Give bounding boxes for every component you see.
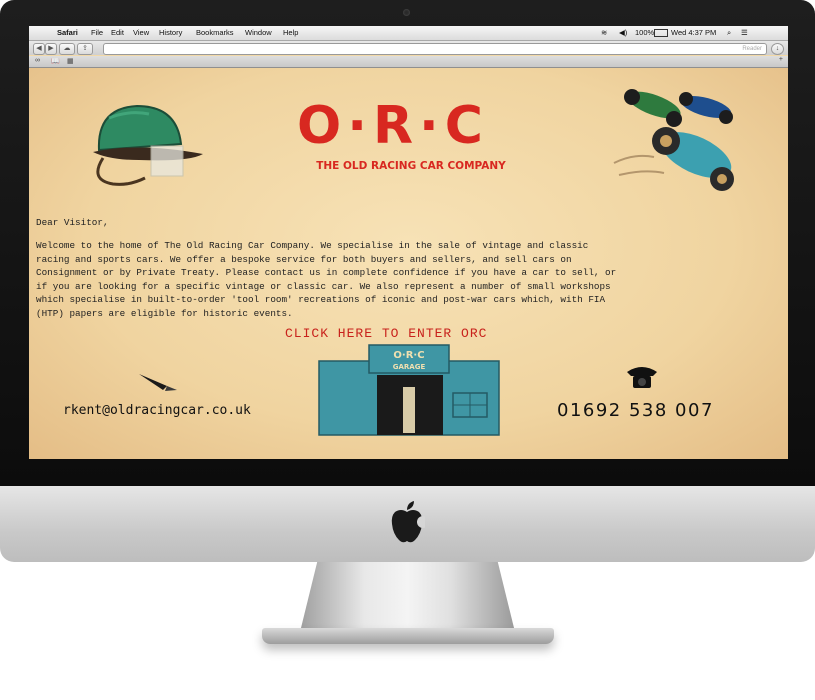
imac-stand bbox=[300, 562, 515, 632]
intro-line-4: if you are looking for a specific vintag… bbox=[36, 280, 611, 292]
garage-sign-bottom: GARAGE bbox=[393, 363, 426, 371]
share-button[interactable]: ⇪ bbox=[77, 43, 93, 55]
menu-edit[interactable]: Edit bbox=[111, 28, 124, 37]
enter-site-link[interactable]: CLICK HERE TO ENTER ORC bbox=[285, 326, 487, 341]
bookmarks-bar: ∞ 📖 ▦ + bbox=[29, 56, 788, 68]
intro-line-2: racing and sports cars. We offer a bespo… bbox=[36, 253, 572, 265]
icloud-tabs-button[interactable]: ☁ bbox=[59, 43, 75, 55]
greeting: Dear Visitor, bbox=[36, 217, 109, 228]
back-button[interactable]: ◀ bbox=[33, 43, 45, 55]
apple-logo-icon bbox=[391, 501, 425, 543]
web-page: O·R·C THE OLD RACING CAR COMPANY Dear Vi… bbox=[29, 68, 788, 459]
contact-email[interactable]: rkent@oldracingcar.co.uk bbox=[63, 403, 251, 418]
imac-base bbox=[262, 628, 554, 644]
battery-percent[interactable]: 100% bbox=[635, 28, 654, 37]
camera bbox=[403, 9, 410, 16]
wifi-icon[interactable]: ≋ bbox=[601, 28, 607, 37]
intro-line-6: (HTP) papers are eligible for historic e… bbox=[36, 307, 293, 319]
top-sites-icon[interactable]: ▦ bbox=[67, 57, 74, 65]
telephone-icon bbox=[627, 367, 657, 388]
contact-phone[interactable]: 01692 538 007 bbox=[557, 400, 714, 421]
menu-view[interactable]: View bbox=[133, 28, 149, 37]
downloads-icon[interactable]: ↓ bbox=[771, 43, 784, 55]
garage-building-illustration[interactable]: O·R·C GARAGE bbox=[317, 343, 502, 437]
volume-icon[interactable]: ◀) bbox=[619, 28, 627, 37]
menu-help[interactable]: Help bbox=[283, 28, 298, 37]
site-logo[interactable]: O·R·C bbox=[297, 96, 489, 156]
intro-line-1: Welcome to the home of The Old Racing Ca… bbox=[36, 240, 589, 251]
intro-line-3: Consignment or by Private Treaty. Please… bbox=[36, 267, 617, 278]
bookmarks-icon[interactable]: 📖 bbox=[51, 57, 60, 65]
screen: Safari File Edit View History Bookmarks … bbox=[29, 26, 788, 459]
menu-bookmarks[interactable]: Bookmarks bbox=[196, 28, 234, 37]
racing-helmet-illustration bbox=[93, 104, 203, 186]
racing-cars-illustration bbox=[613, 89, 734, 191]
browser-toolbar: ◀ ▶ ☁ ⇪ Reader ↓ bbox=[29, 41, 788, 55]
battery-icon[interactable] bbox=[654, 29, 668, 37]
menu-file[interactable]: File bbox=[91, 28, 103, 37]
menu-history[interactable]: History bbox=[159, 28, 182, 37]
reader-button[interactable]: Reader bbox=[742, 45, 762, 53]
garage-sign-top: O·R·C bbox=[393, 350, 424, 361]
menu-app-name[interactable]: Safari bbox=[57, 28, 78, 37]
address-bar[interactable]: Reader bbox=[103, 43, 767, 55]
site-tagline: THE OLD RACING CAR COMPANY bbox=[316, 160, 506, 172]
new-tab-button[interactable]: + bbox=[779, 56, 783, 63]
spotlight-icon[interactable]: ⌕ bbox=[727, 28, 731, 38]
menu-window[interactable]: Window bbox=[245, 28, 272, 37]
menu-bar: Safari File Edit View History Bookmarks … bbox=[29, 26, 788, 41]
notification-icon[interactable]: ☰ bbox=[741, 28, 748, 37]
forward-button[interactable]: ▶ bbox=[45, 43, 57, 55]
fountain-pen-icon bbox=[139, 374, 177, 391]
intro-line-5: which specialise in built-to-order 'tool… bbox=[36, 294, 606, 305]
clock[interactable]: Wed 4:37 PM bbox=[671, 28, 716, 37]
reading-list-icon[interactable]: ∞ bbox=[35, 57, 40, 64]
